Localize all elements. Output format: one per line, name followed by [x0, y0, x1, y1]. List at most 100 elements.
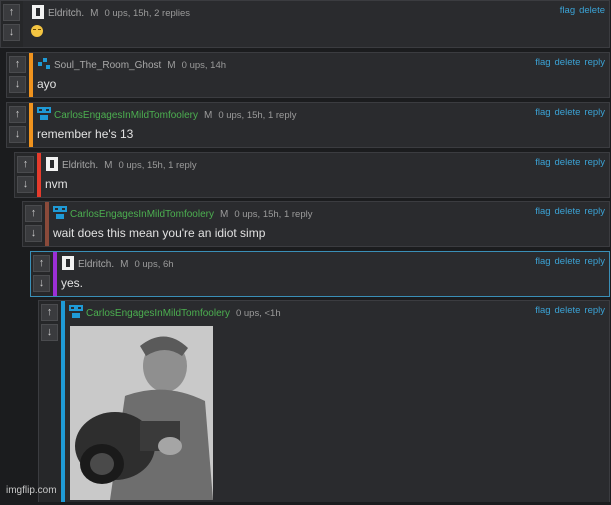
reply-link[interactable]: reply [584, 107, 605, 118]
comment-text: nvm [45, 177, 68, 191]
flag-link[interactable]: flag [535, 256, 550, 267]
upvote-arrow-icon[interactable]: ↑ [17, 156, 34, 173]
thread-bar [45, 202, 49, 246]
gender-flag: M [120, 259, 129, 270]
flag-link[interactable]: flag [560, 5, 575, 16]
comment-actions: flag delete reply [531, 107, 605, 118]
upvote-arrow-icon[interactable]: ↑ [3, 4, 20, 21]
vote-column: ↑ ↓ [15, 153, 37, 197]
comment: ↑ ↓ Eldritch. M 0 ups, 6h flag delete reply … [30, 251, 610, 297]
downvote-arrow-icon[interactable]: ↓ [9, 76, 26, 93]
watermark: imgflip.com [6, 485, 57, 496]
thread-bar [29, 103, 33, 147]
comment-header: CarlosEngagesInMildTomfoolery M 0 ups, 15h… [37, 107, 605, 121]
comment-text: remember he's 13 [37, 127, 134, 141]
comment-meta: 0 ups, 15h, 1 reply [218, 110, 297, 121]
reply-link[interactable]: reply [584, 157, 605, 168]
username-link[interactable]: Eldritch. [78, 259, 114, 270]
upvote-arrow-icon[interactable]: ↑ [33, 255, 50, 272]
comment-header: CarlosEngagesInMildTomfoolery M 0 ups, 15h… [53, 206, 605, 220]
gender-flag: M [219, 209, 229, 220]
downvote-arrow-icon[interactable]: ↓ [41, 324, 58, 341]
upvote-arrow-icon[interactable]: ↑ [9, 56, 26, 73]
avatar-icon[interactable] [61, 256, 75, 270]
comment: ↑ ↓ Eldritch. M 0 ups, 15h, 1 reply flag de… [14, 152, 610, 198]
reply-link[interactable]: reply [584, 256, 605, 267]
comment: ↑ ↓ CarlosEngagesInMildTomfoolery M 0 ups,… [6, 102, 610, 148]
avatar-icon[interactable] [31, 5, 45, 19]
comment-header: CarlosEngagesInMildTomfoolery 0 ups, <1h [69, 305, 605, 319]
downvote-arrow-icon[interactable]: ↓ [17, 176, 34, 193]
delete-link[interactable]: delete [555, 305, 581, 316]
avatar-icon[interactable] [45, 157, 59, 171]
comment-actions: flag delete [556, 5, 605, 16]
reply-link[interactable]: reply [584, 305, 605, 316]
username-link[interactable]: Eldritch. [62, 160, 98, 171]
comment: ↑ ↓ CarlosEngagesInMildTomfoolery M 0 ups,… [22, 201, 610, 247]
delete-link[interactable]: delete [555, 57, 581, 68]
photo-illustration [70, 326, 213, 500]
username-link[interactable]: Eldritch. [48, 8, 84, 19]
comment: ↑ ↓ Soul_The_Room_Ghost M 0 ups, 14h flag d… [6, 52, 610, 98]
downvote-arrow-icon[interactable]: ↓ [3, 24, 20, 41]
reply-link[interactable]: reply [584, 206, 605, 217]
downvote-arrow-icon[interactable]: ↓ [25, 225, 42, 242]
comment-text: wait does this mean you're an idiot simp [53, 226, 266, 240]
comment-header: Eldritch. M 0 ups, 15h, 2 replies [31, 5, 605, 19]
smirk-emoji-icon [31, 25, 43, 37]
gender-flag: M [203, 110, 213, 121]
vote-column: ↑ ↓ [23, 202, 45, 246]
vote-column: ↑ ↓ [39, 301, 61, 502]
comment-header: Soul_The_Room_Ghost M 0 ups, 14h [37, 57, 605, 71]
username-link[interactable]: CarlosEngagesInMildTomfoolery [86, 308, 230, 319]
vote-column: ↑ ↓ [1, 1, 23, 47]
delete-link[interactable]: delete [555, 256, 581, 267]
upvote-arrow-icon[interactable]: ↑ [41, 304, 58, 321]
flag-link[interactable]: flag [535, 206, 550, 217]
comment-header: Eldritch. M 0 ups, 15h, 1 reply [45, 157, 605, 171]
flag-link[interactable]: flag [535, 305, 550, 316]
comment-text: yes. [61, 276, 84, 290]
comment-body [31, 25, 43, 40]
flag-link[interactable]: flag [535, 57, 550, 68]
comment-text: ayo [37, 77, 57, 91]
vote-column: ↑ ↓ [7, 103, 29, 147]
thread-bar [53, 252, 57, 296]
upvote-arrow-icon[interactable]: ↑ [9, 106, 26, 123]
thread-bar [29, 53, 33, 97]
delete-link[interactable]: delete [555, 206, 581, 217]
comment-image[interactable] [70, 326, 213, 500]
username-link[interactable]: CarlosEngagesInMildTomfoolery [70, 209, 214, 220]
avatar-icon[interactable] [53, 206, 67, 220]
delete-link[interactable]: delete [555, 157, 581, 168]
vote-column: ↑ ↓ [7, 53, 29, 97]
comment-actions: flag delete reply [531, 256, 605, 267]
gender-flag: M [104, 160, 113, 171]
comment-meta: 0 ups, 15h, 1 reply [234, 209, 313, 220]
comment-meta: 0 ups, 14h [181, 60, 227, 71]
comment-actions: flag delete reply [531, 57, 605, 68]
flag-link[interactable]: flag [535, 107, 550, 118]
comment-meta: 0 ups, 6h [134, 259, 174, 270]
username-link[interactable]: CarlosEngagesInMildTomfoolery [54, 110, 198, 121]
gender-flag: M [90, 8, 99, 19]
comment-header: Eldritch. M 0 ups, 6h [61, 256, 605, 270]
avatar-icon[interactable] [69, 305, 83, 319]
downvote-arrow-icon[interactable]: ↓ [9, 126, 26, 143]
username-link[interactable]: Soul_The_Room_Ghost [54, 60, 161, 71]
comment-meta: 0 ups, 15h, 1 reply [118, 160, 197, 171]
avatar-icon[interactable] [37, 107, 51, 121]
vote-column: ↑ ↓ [31, 252, 53, 296]
comment-actions: flag delete reply [531, 157, 605, 168]
delete-link[interactable]: delete [579, 5, 605, 16]
avatar-icon[interactable] [37, 57, 51, 71]
thread-bar [37, 153, 41, 197]
delete-link[interactable]: delete [555, 107, 581, 118]
comment-actions: flag delete reply [531, 206, 605, 217]
flag-link[interactable]: flag [535, 157, 550, 168]
comment-actions: flag delete reply [531, 305, 605, 316]
reply-link[interactable]: reply [584, 57, 605, 68]
upvote-arrow-icon[interactable]: ↑ [25, 205, 42, 222]
thread-bar [61, 301, 65, 502]
downvote-arrow-icon[interactable]: ↓ [33, 275, 50, 292]
